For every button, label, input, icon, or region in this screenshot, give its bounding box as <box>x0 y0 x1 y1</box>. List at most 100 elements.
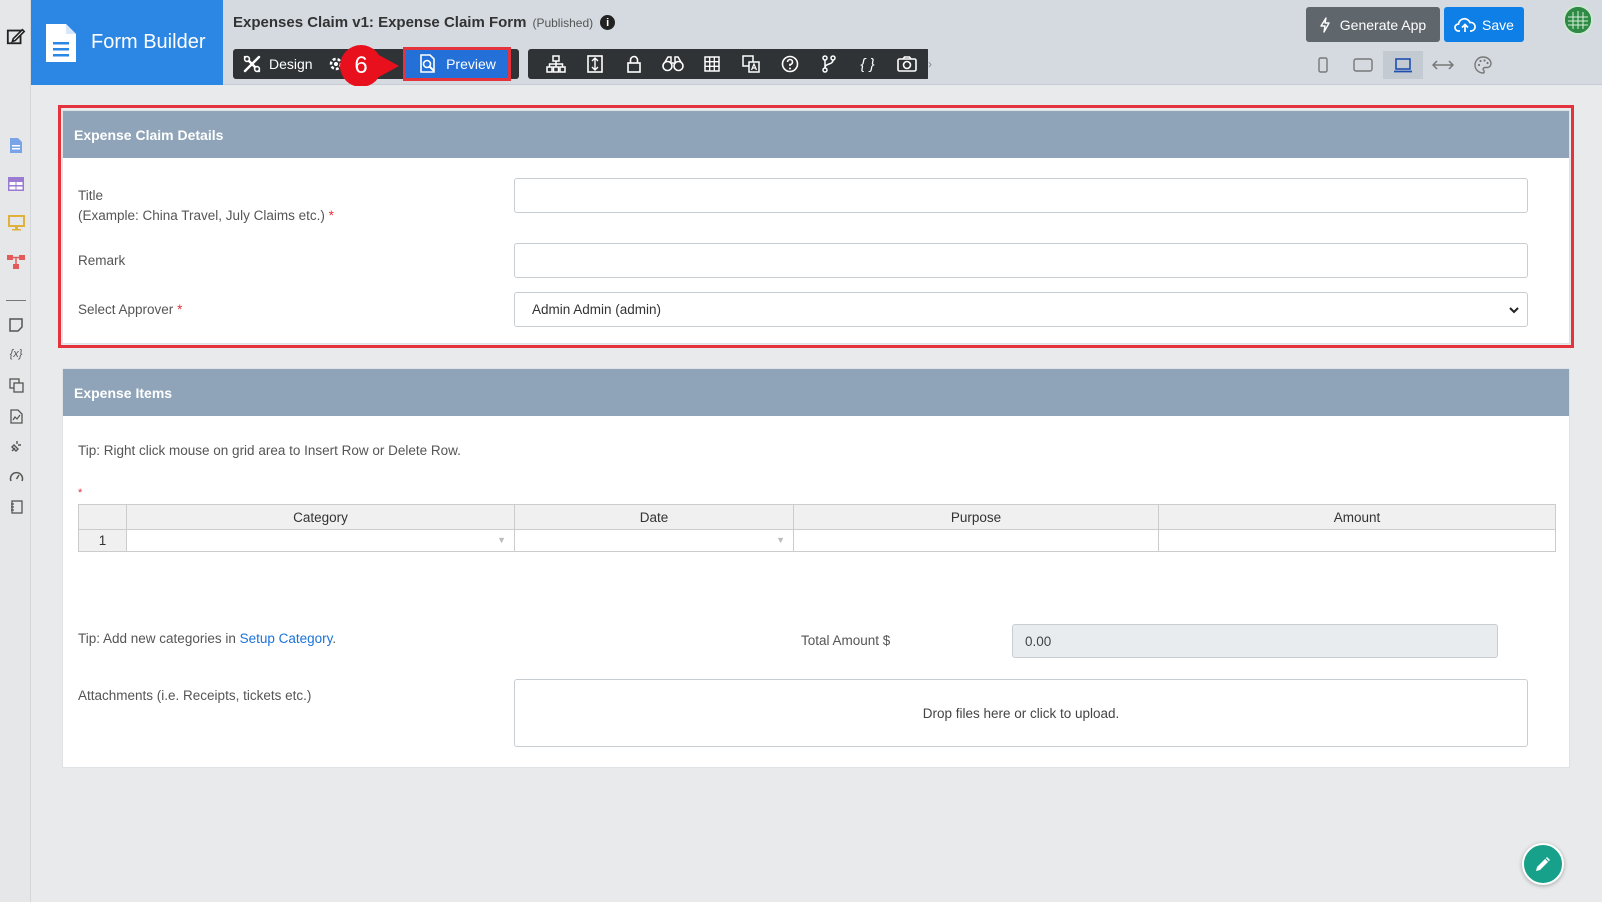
row-number: 1 <box>78 529 127 552</box>
category-cell[interactable]: ▼ <box>126 529 515 552</box>
app-icon[interactable] <box>6 497 26 517</box>
mobile-view-icon[interactable] <box>1303 51 1343 79</box>
edit-fab-button[interactable] <box>1522 843 1564 885</box>
page-title: Expenses Claim v1: Expense Claim Form (P… <box>233 14 616 31</box>
attachments-label: Attachments (i.e. Receipts, tickets etc.… <box>78 688 312 703</box>
camera-icon[interactable] <box>887 49 926 79</box>
section-heading: Expense Claim Details <box>63 111 1569 158</box>
title-label: Title (Example: China Travel, July Claim… <box>78 186 334 226</box>
binoculars-icon[interactable] <box>653 49 692 79</box>
preview-icon <box>420 54 435 73</box>
title-hint-text: (Example: China Travel, July Claims etc.… <box>78 208 325 223</box>
app-name: Form Builder <box>91 31 206 53</box>
expense-items-section: Expense Items Tip: Right click mouse on … <box>62 368 1570 768</box>
avatar[interactable] <box>1563 5 1593 35</box>
title-hint: (Example: China Travel, July Claims etc.… <box>78 206 334 226</box>
report-icon[interactable] <box>6 406 26 426</box>
generate-app-button[interactable]: Generate App <box>1306 7 1440 42</box>
remark-input[interactable] <box>514 243 1528 278</box>
cloud-upload-icon <box>1454 17 1476 32</box>
expense-items-grid[interactable]: Category Date Purpose Amount 1 ▼ ▼ <box>78 504 1556 552</box>
form-preview-area: Expense Claim Details Title (Example: Ch… <box>31 86 1602 902</box>
required-mark: * <box>177 302 183 317</box>
branch-icon[interactable] <box>809 49 848 79</box>
amount-cell[interactable] <box>1158 529 1556 552</box>
left-rail: {x} <box>0 0 31 902</box>
design-label: Design <box>269 56 313 72</box>
remark-label: Remark <box>78 253 126 268</box>
purpose-cell[interactable] <box>793 529 1159 552</box>
toolbar-scroll-chevron[interactable]: › <box>928 49 938 79</box>
section-heading: Expense Items <box>63 369 1569 416</box>
grid-required-mark: * <box>78 487 83 499</box>
date-cell[interactable]: ▼ <box>514 529 794 552</box>
design-tools-icon <box>243 55 261 73</box>
braces-icon[interactable]: { } <box>848 49 887 79</box>
help-icon[interactable] <box>770 49 809 79</box>
file-dropzone[interactable]: Drop files here or click to upload. <box>514 679 1528 747</box>
lock-icon[interactable] <box>614 49 653 79</box>
save-button[interactable]: Save <box>1444 7 1524 42</box>
form-toolbar: { } › <box>528 49 938 79</box>
lightning-icon <box>1320 16 1330 33</box>
setup-category-link[interactable]: Setup Category <box>240 631 333 646</box>
tablet-view-icon[interactable] <box>1343 51 1383 79</box>
title-input[interactable] <box>514 178 1528 213</box>
dropdown-arrow-icon: ▼ <box>776 535 785 545</box>
approver-label-text: Select Approver <box>78 302 174 317</box>
category-tip-suffix: . <box>332 631 337 646</box>
step-number: 6 <box>354 52 368 79</box>
translate-rail-icon[interactable] <box>6 375 26 395</box>
monitor-icon[interactable] <box>6 213 26 233</box>
column-header-purpose[interactable]: Purpose <box>793 504 1159 530</box>
approver-select[interactable]: Admin Admin (admin) <box>514 292 1528 327</box>
header-bar: Expenses Claim v1: Expense Claim Form (P… <box>223 0 1602 87</box>
category-tip-prefix: Tip: Add new categories in <box>78 631 240 646</box>
pencil-icon <box>1536 857 1550 871</box>
grid-header-row: Category Date Purpose Amount <box>78 504 1556 530</box>
form-icon[interactable] <box>575 49 614 79</box>
title-label-text: Title <box>78 188 104 203</box>
expense-claim-details-section: Expense Claim Details Title (Example: Ch… <box>62 110 1570 344</box>
row-number-header <box>78 504 127 530</box>
form-doc-icon[interactable] <box>6 135 26 155</box>
grid-tip: Tip: Right click mouse on grid area to I… <box>78 443 461 458</box>
category-tip: Tip: Add new categories in Setup Categor… <box>78 629 336 649</box>
translate-icon[interactable] <box>731 49 770 79</box>
column-header-date[interactable]: Date <box>514 504 794 530</box>
full-width-icon[interactable] <box>1423 51 1463 79</box>
total-amount-label: Total Amount $ <box>801 633 891 648</box>
design-button[interactable]: Design <box>233 49 323 79</box>
workflow-icon[interactable] <box>6 252 26 272</box>
form-builder-logo-icon <box>46 23 76 62</box>
info-icon[interactable]: i <box>600 15 616 30</box>
brand-block: Form Builder <box>31 0 223 85</box>
table-row: 1 ▼ ▼ <box>78 529 1556 552</box>
rail-divider <box>6 300 26 301</box>
publish-status: (Published) <box>532 15 594 30</box>
chevron-down-icon <box>1509 307 1519 314</box>
approver-value: Admin Admin (admin) <box>532 302 662 317</box>
edit-icon[interactable] <box>6 26 26 46</box>
palette-icon[interactable] <box>1463 51 1503 79</box>
plugin-icon[interactable] <box>6 437 26 457</box>
note-icon[interactable] <box>6 315 26 335</box>
preview-label: Preview <box>446 56 496 72</box>
column-header-category[interactable]: Category <box>126 504 515 530</box>
save-label: Save <box>1482 16 1514 33</box>
required-mark: * <box>328 208 334 223</box>
laptop-view-icon[interactable] <box>1383 51 1423 79</box>
total-amount-field: 0.00 <box>1012 624 1498 658</box>
dashboard-icon[interactable] <box>6 467 26 487</box>
table-icon[interactable] <box>6 174 26 194</box>
column-header-amount[interactable]: Amount <box>1158 504 1556 530</box>
device-preview-switcher <box>1303 51 1503 79</box>
preview-button[interactable]: Preview <box>403 47 511 81</box>
generate-app-label: Generate App <box>1339 16 1427 33</box>
total-amount-value: 0.00 <box>1025 633 1052 649</box>
tree-icon[interactable] <box>536 49 575 79</box>
grid-icon[interactable] <box>692 49 731 79</box>
form-title: Expenses Claim v1: Expense Claim Form <box>233 14 527 31</box>
variable-icon[interactable]: {x} <box>6 344 26 364</box>
dropdown-arrow-icon: ▼ <box>497 535 506 545</box>
